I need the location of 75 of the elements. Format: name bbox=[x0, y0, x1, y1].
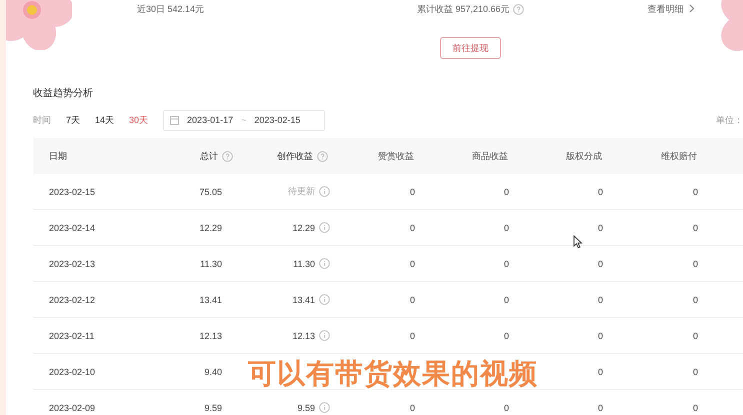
unit-label: 单位： bbox=[715, 114, 743, 126]
table-cell: 0 bbox=[410, 258, 416, 268]
info-icon bbox=[319, 258, 330, 269]
range-tab[interactable]: 30天 bbox=[129, 114, 148, 126]
column-header: 商品收益 bbox=[472, 150, 508, 162]
table-cell: 0 bbox=[410, 402, 416, 412]
table-cell: 2023-02-12 bbox=[49, 294, 96, 304]
filter-label: 时间 bbox=[33, 114, 51, 126]
table-cell: 11.30 bbox=[200, 258, 222, 268]
table-cell: 0 bbox=[410, 186, 416, 196]
table-cell: 13.41 bbox=[199, 294, 222, 304]
range-tab[interactable]: 7天 bbox=[66, 114, 80, 126]
table-cell: 0 bbox=[693, 222, 698, 232]
withdraw-button[interactable]: 前往提现 bbox=[440, 37, 501, 59]
column-header: 日期 bbox=[49, 150, 67, 162]
table-cell: 0 bbox=[598, 222, 604, 232]
table-cell: 13.41 bbox=[292, 294, 315, 304]
table-cell: 0 bbox=[693, 330, 698, 340]
table-cell: 0 bbox=[504, 330, 510, 340]
table-cell: 0 bbox=[598, 294, 604, 304]
range-tab[interactable]: 14天 bbox=[95, 114, 114, 126]
table-cell: 待更新 bbox=[288, 185, 315, 198]
subtitle-text: 可以有带货效果的视频 bbox=[248, 357, 538, 391]
table-cell: 0 bbox=[504, 402, 510, 412]
table-cell: 2023-02-10 bbox=[49, 366, 96, 376]
chevron-right-icon[interactable] bbox=[688, 4, 695, 14]
date-range-field[interactable]: 2023-01-17 ~ 2023-02-15 bbox=[163, 110, 326, 130]
details-link-text[interactable]: 查看明细 bbox=[648, 2, 684, 16]
table-cell: 0 bbox=[598, 186, 604, 196]
table-cell: 11.30 bbox=[293, 258, 315, 268]
table-cell: 2023-02-11 bbox=[49, 330, 94, 340]
info-icon bbox=[319, 330, 330, 341]
info-icon bbox=[319, 402, 330, 413]
table-cell: 0 bbox=[504, 222, 510, 232]
table-cell: 9.59 bbox=[204, 402, 222, 412]
table-cell: 12.13 bbox=[292, 330, 315, 340]
calendar-icon bbox=[170, 115, 180, 125]
table-cell: 0 bbox=[693, 402, 698, 412]
help-icon bbox=[512, 4, 524, 14]
column-header: 赞赏收益 bbox=[378, 150, 414, 162]
total-earnings: 累计收益 957,210.66元 bbox=[417, 2, 510, 16]
column-header: 创作收益 bbox=[277, 150, 313, 162]
info-icon bbox=[319, 222, 330, 233]
table-cell: 75.05 bbox=[199, 186, 222, 196]
table-cell: 2023-02-14 bbox=[49, 222, 96, 232]
column-header: 版权分成 bbox=[566, 150, 602, 162]
table-cell: 0 bbox=[693, 186, 698, 196]
table-cell: 0 bbox=[693, 366, 698, 376]
table-cell: 0 bbox=[693, 258, 698, 268]
section-title: 收益趋势分析 bbox=[33, 86, 94, 100]
table-cell: 0 bbox=[598, 258, 604, 268]
table-cell: 0 bbox=[410, 294, 416, 304]
table-cell: 0 bbox=[504, 258, 510, 268]
column-header: 维权赔付 bbox=[661, 150, 697, 162]
table-cell: 12.29 bbox=[292, 222, 315, 232]
table-cell: 12.29 bbox=[199, 222, 222, 232]
recent-earnings: 近30日 542.14元 bbox=[137, 2, 206, 16]
cursor-icon bbox=[573, 235, 583, 249]
column-header: 总计 bbox=[200, 150, 218, 162]
table-cell: 0 bbox=[504, 186, 510, 196]
table-cell: 0 bbox=[410, 330, 416, 340]
table-cell: 2023-02-15 bbox=[49, 186, 96, 196]
table-cell: 0 bbox=[598, 330, 604, 340]
table-cell: 0 bbox=[598, 366, 604, 376]
table-cell: 0 bbox=[693, 294, 698, 304]
table-cell: 2023-02-13 bbox=[49, 258, 96, 268]
table-cell: 0 bbox=[504, 294, 510, 304]
table-cell: 0 bbox=[598, 402, 604, 412]
info-icon bbox=[319, 294, 330, 305]
info-icon bbox=[319, 186, 330, 197]
table-cell: 9.59 bbox=[297, 402, 315, 412]
table-cell: 0 bbox=[410, 222, 416, 232]
table-cell: 2023-02-09 bbox=[49, 402, 96, 412]
table-cell: 9.40 bbox=[204, 366, 222, 376]
table-cell: 12.13 bbox=[199, 330, 222, 340]
